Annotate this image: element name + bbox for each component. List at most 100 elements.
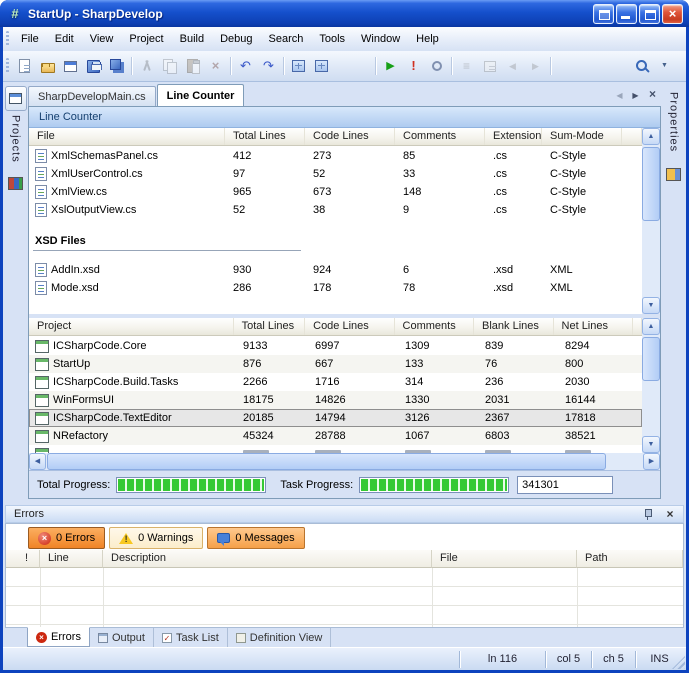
bottom-tab-errors[interactable]: ×Errors — [27, 627, 90, 647]
files-column-comments[interactable]: Comments — [395, 128, 485, 145]
bookmark-button[interactable]: ≡ — [455, 55, 478, 77]
scroll-down-button[interactable]: ▼ — [642, 436, 660, 453]
scroll-left-button[interactable]: ◀ — [29, 453, 46, 470]
table-row[interactable]: Mode.xsd28617878.xsdXML — [29, 279, 642, 297]
files-column-total-lines[interactable]: Total Lines — [225, 128, 305, 145]
menu-item-window[interactable]: Window — [353, 30, 408, 48]
menu-item-project[interactable]: Project — [121, 30, 171, 48]
tab-scroll-left-icon[interactable]: ◀ — [612, 88, 627, 103]
menu-item-view[interactable]: View — [82, 30, 122, 48]
projects-scrollbar[interactable]: ▲▼ — [642, 318, 660, 453]
breakpoint-button[interactable] — [425, 55, 448, 77]
classes-pad-icon[interactable] — [8, 177, 23, 190]
next-bookmark-button[interactable]: ▶ — [524, 55, 547, 77]
files-column-code-lines[interactable]: Code Lines — [305, 128, 395, 145]
panel-close-icon[interactable]: × — [663, 507, 677, 521]
search-button[interactable] — [630, 55, 653, 77]
files-column-sum-mode[interactable]: Sum-Mode — [542, 128, 622, 145]
bottom-tab-output[interactable]: Output — [90, 628, 154, 647]
projects-column-net-lines[interactable]: Net Lines — [554, 318, 633, 335]
close-button[interactable]: × — [662, 4, 683, 24]
menu-item-help[interactable]: Help — [408, 30, 447, 48]
scroll-thumb[interactable] — [47, 453, 606, 470]
errors-column-file[interactable]: File — [432, 550, 577, 568]
horizontal-scrollbar[interactable]: ◀▶ — [29, 453, 660, 470]
menu-item-tools[interactable]: Tools — [311, 30, 353, 48]
tab-line-counter[interactable]: Line Counter — [157, 84, 245, 106]
paste-button[interactable] — [181, 55, 204, 77]
bottom-tab-task-list[interactable]: ✓Task List — [154, 628, 228, 647]
properties-pad-label[interactable]: Properties — [668, 92, 680, 152]
table-row-partial[interactable] — [29, 445, 642, 453]
delete-icon: × — [208, 58, 224, 74]
errors-toggle-button[interactable]: ×0 Errors — [28, 527, 105, 549]
files-column-extension[interactable]: Extension — [485, 128, 542, 145]
tab-sharpdevelopmain-cs[interactable]: SharpDevelopMain.cs — [28, 86, 156, 106]
comment-button[interactable] — [478, 55, 501, 77]
scroll-up-button[interactable]: ▲ — [642, 318, 660, 335]
build-button[interactable] — [287, 55, 310, 77]
table-row[interactable]: AddIn.xsd9309246.xsdXML — [29, 261, 642, 279]
errors-column-path[interactable]: Path — [577, 550, 683, 568]
toolbar-gripper[interactable] — [6, 31, 9, 47]
cut-button[interactable] — [135, 55, 158, 77]
copy-button[interactable] — [158, 55, 181, 77]
tab-close-icon[interactable]: × — [645, 87, 660, 102]
table-row[interactable]: NRefactory45324287881067680338521 — [29, 427, 642, 445]
redo-button[interactable]: ↷ — [257, 55, 280, 77]
scroll-down-button[interactable]: ▼ — [642, 297, 660, 314]
table-row[interactable]: XmlSchemasPanel.cs41227385.csC-Style — [29, 147, 642, 165]
menu-item-edit[interactable]: Edit — [47, 30, 82, 48]
table-row[interactable]: XslOutputView.cs52389.csC-Style — [29, 201, 642, 219]
stop-button[interactable]: ! — [402, 55, 425, 77]
projects-column-total-lines[interactable]: Total Lines — [234, 318, 306, 335]
files-scrollbar[interactable]: ▲▼ — [642, 128, 660, 314]
prev-bookmark-button[interactable]: ◀ — [501, 55, 524, 77]
scroll-thumb[interactable] — [642, 147, 660, 221]
bottom-tab-definition-view[interactable]: Definition View — [228, 628, 332, 647]
dropdown-arrow-button[interactable]: ▼ — [653, 55, 676, 77]
pin-icon[interactable] — [643, 508, 653, 520]
projects-column-comments[interactable]: Comments — [395, 318, 474, 335]
menu-item-file[interactable]: File — [13, 30, 47, 48]
scroll-up-button[interactable]: ▲ — [642, 128, 660, 145]
projects-column-blank-lines[interactable]: Blank Lines — [474, 318, 553, 335]
table-row[interactable]: XmlView.cs965673148.csC-Style — [29, 183, 642, 201]
errors-column-description[interactable]: Description — [103, 550, 432, 568]
projects-column-project[interactable]: Project — [29, 318, 234, 335]
table-row[interactable]: WinFormsUI18175148261330203116144 — [29, 391, 642, 409]
menu-item-search[interactable]: Search — [261, 30, 312, 48]
open-file-button[interactable] — [36, 55, 59, 77]
table-row[interactable]: XmlUserControl.cs975233.csC-Style — [29, 165, 642, 183]
toolbar-gripper[interactable] — [6, 58, 9, 74]
scroll-right-button[interactable]: ▶ — [643, 453, 660, 470]
messages-toggle-button[interactable]: 0 Messages — [207, 527, 304, 549]
window-menu-button[interactable] — [593, 4, 614, 24]
open-solution-button[interactable] — [59, 55, 82, 77]
projects-pad-label[interactable]: Projects — [10, 115, 22, 163]
projects-column-code-lines[interactable]: Code Lines — [305, 318, 394, 335]
minimize-button[interactable] — [616, 4, 637, 24]
errors-column-line[interactable]: Line — [40, 550, 103, 568]
build-all-button[interactable] — [310, 55, 333, 77]
table-row[interactable]: StartUp87666713376800 — [29, 355, 642, 373]
menu-item-build[interactable]: Build — [172, 30, 212, 48]
warnings-toggle-button[interactable]: 0 Warnings — [109, 527, 203, 549]
save-all-button[interactable] — [105, 55, 128, 77]
files-column-file[interactable]: File — [29, 128, 225, 145]
run-button[interactable]: ▶ — [379, 55, 402, 77]
delete-button[interactable]: × — [204, 55, 227, 77]
table-row[interactable]: ICSharpCode.Core9133699713098398294 — [29, 337, 642, 355]
properties-pad-icon[interactable] — [666, 168, 681, 181]
maximize-button[interactable] — [639, 4, 660, 24]
tab-scroll-right-icon[interactable]: ▶ — [628, 88, 643, 103]
save-file-button[interactable] — [82, 55, 105, 77]
errors-column-severity[interactable]: ! — [6, 550, 40, 568]
menu-item-debug[interactable]: Debug — [212, 30, 260, 48]
new-file-button[interactable] — [13, 55, 36, 77]
scroll-thumb[interactable] — [642, 337, 660, 381]
projects-pad-button[interactable] — [5, 86, 27, 111]
undo-button[interactable]: ↶ — [234, 55, 257, 77]
table-row[interactable]: ICSharpCode.Build.Tasks22661716314236203… — [29, 373, 642, 391]
table-row[interactable]: ICSharpCode.TextEditor201851479431262367… — [29, 409, 642, 427]
